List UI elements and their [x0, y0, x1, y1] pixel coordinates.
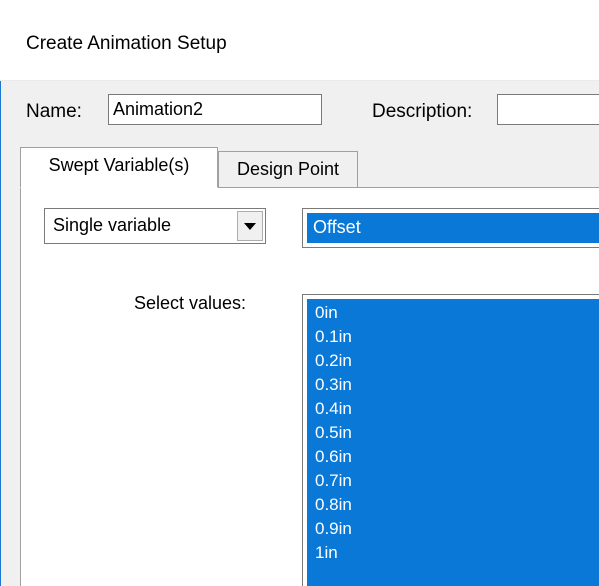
tab-label: Swept Variable(s)	[48, 155, 190, 175]
dropdown-value: Single variable	[53, 215, 172, 235]
list-item[interactable]: 0.4in	[315, 399, 352, 419]
list-item[interactable]: 0.9in	[315, 519, 352, 539]
tab-swept-variables[interactable]: Swept Variable(s)	[20, 147, 218, 188]
chevron-down-icon	[244, 223, 256, 230]
variable-item-selected[interactable]: Offset	[307, 213, 599, 243]
list-item[interactable]: 0.1in	[315, 327, 352, 347]
variable-mode-dropdown[interactable]: Single variable	[44, 208, 266, 244]
tab-label: Design Point	[236, 159, 340, 179]
variable-list[interactable]: Offset	[302, 208, 599, 248]
list-item[interactable]: 0.7in	[315, 471, 352, 491]
list-item[interactable]: 0.2in	[315, 351, 352, 371]
tab-design-point[interactable]: Design Point	[218, 151, 358, 187]
selection-highlight: 0in 0.1in 0.2in 0.3in 0.4in 0.5in 0.6in …	[307, 299, 599, 586]
title-bar: Create Animation Setup	[0, 0, 599, 81]
description-field[interactable]	[497, 94, 599, 125]
select-values-label: Select values:	[134, 293, 247, 313]
create-animation-setup-dialog: Create Animation Setup Name: Description…	[0, 0, 599, 586]
window-border	[0, 0, 1, 586]
list-item[interactable]: 0.6in	[315, 447, 352, 467]
description-label: Description:	[372, 101, 473, 122]
name-field[interactable]	[108, 94, 322, 125]
window-title: Create Animation Setup	[26, 33, 227, 54]
values-listbox[interactable]: 0in 0.1in 0.2in 0.3in 0.4in 0.5in 0.6in …	[302, 294, 599, 586]
variable-item-label: Offset	[313, 217, 361, 237]
list-item[interactable]: 0in	[315, 303, 338, 323]
dropdown-button[interactable]	[237, 211, 263, 241]
list-item[interactable]: 0.5in	[315, 423, 352, 443]
name-label: Name:	[26, 101, 82, 122]
list-item[interactable]: 0.8in	[315, 495, 352, 515]
list-item[interactable]: 1in	[315, 543, 338, 563]
list-item[interactable]: 0.3in	[315, 375, 352, 395]
